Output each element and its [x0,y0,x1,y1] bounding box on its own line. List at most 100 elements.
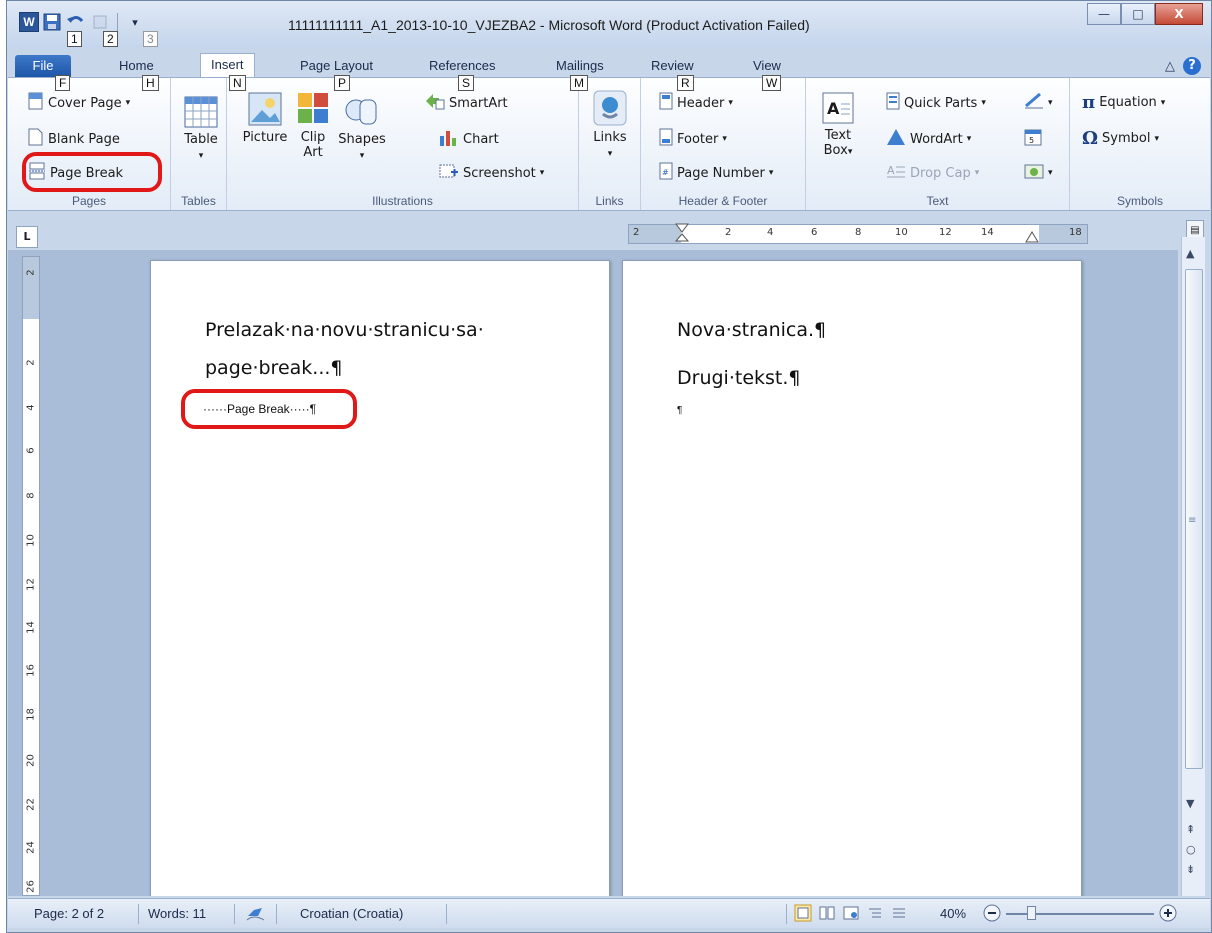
pi-icon: π [1082,92,1096,113]
header-label: Header [677,95,725,111]
quick-parts-icon [886,92,900,114]
print-layout-view-icon[interactable] [794,904,812,925]
page-break-button[interactable]: Page Break [28,162,123,184]
undo-icon[interactable] [65,11,87,33]
vertical-scrollbar[interactable]: ▲ ≡ ▼ ⇞ ○ ⇟ [1181,237,1205,896]
vruler-number: 16 [25,664,37,677]
tab-file[interactable]: File [15,55,71,77]
text-box-label-1: Text [824,128,852,143]
word-logo-icon[interactable]: W [19,12,39,32]
proofing-icon[interactable] [246,906,266,925]
minimize-ribbon-icon[interactable]: △ [1165,59,1175,74]
tab-home[interactable]: Home [109,55,164,77]
table-label: Table [184,132,218,147]
page2-line-2[interactable]: Drugi·tekst.¶ [677,367,800,389]
drop-cap-button[interactable]: A Drop Cap ▾ [886,162,979,184]
page2-empty-paragraph[interactable]: ¶ [677,405,682,416]
shapes-button[interactable]: Shapes ▾ [335,92,389,164]
drop-cap-label: Drop Cap [910,165,971,181]
signature-line-button[interactable]: ▾ [1024,92,1053,114]
next-page-icon[interactable]: ⇟ [1186,863,1195,876]
smartart-button[interactable]: SmartArt [425,92,508,114]
equation-button[interactable]: π Equation ▾ [1082,92,1165,113]
picture-label: Picture [242,130,288,145]
symbol-label: Symbol [1102,131,1151,146]
document-page-2[interactable]: Nova·stranica.¶ Drugi·tekst.¶ ¶ [622,260,1082,896]
date-time-button[interactable]: 5 [1024,128,1042,150]
chart-label: Chart [463,131,499,147]
word-count-status[interactable]: Words: 11 [148,906,206,921]
horizontal-ruler[interactable]: 2 2 4 6 8 10 12 14 18 [628,223,1088,245]
blank-page-button[interactable]: Blank Page [28,128,120,150]
minimize-button[interactable]: — [1087,3,1121,25]
group-text: A Text Box▾ Quick Parts ▾ WordArt ▾ A Drop… [806,78,1070,210]
clip-art-button[interactable]: Clip Art [295,92,331,160]
select-browse-object-icon[interactable]: ○ [1186,843,1196,856]
wordart-button[interactable]: WordArt ▾ [886,128,971,150]
document-page-1[interactable]: Prelazak·na·novu·stranicu·sa· page·break… [150,260,610,896]
language-status[interactable]: Croatian (Croatia) [300,906,403,921]
help-icon[interactable]: ? [1183,57,1201,75]
zoom-in-icon[interactable] [1158,903,1178,926]
vertical-ruler[interactable]: 2 2 4 6 8 10 12 14 16 18 20 22 24 26 [22,256,40,896]
indent-marker-icon[interactable] [675,223,689,245]
group-tables: Table ▾ Tables [171,78,227,210]
customize-qat-icon[interactable]: ▾ [124,11,146,33]
page-break-icon [28,162,46,184]
tab-page-layout[interactable]: Page Layout [290,55,383,77]
tab-mailings[interactable]: Mailings [546,55,614,77]
outline-view-icon[interactable] [866,904,884,925]
links-label: Links [593,130,627,145]
table-button[interactable]: Table ▾ [181,96,221,164]
links-button[interactable]: Links ▾ [587,90,633,162]
page-break-marker[interactable]: ······Page Break·····¶ [203,402,316,416]
keytip-review: R [677,75,694,91]
cover-page-icon [28,92,44,114]
zoom-out-icon[interactable] [982,903,1002,926]
blank-page-icon [28,128,44,150]
footer-label: Footer [677,131,719,147]
previous-page-icon[interactable]: ⇞ [1186,823,1195,836]
signature-line-icon [1024,92,1044,114]
save-icon[interactable] [41,11,63,33]
page1-line-1[interactable]: Prelazak·na·novu·stranicu·sa· [205,319,484,341]
clip-art-icon [297,92,329,130]
page-count-status[interactable]: Page: 2 of 2 [34,906,104,921]
screenshot-button[interactable]: Screenshot ▾ [439,162,544,184]
page1-line-2[interactable]: page·break...¶ [205,357,343,379]
close-button[interactable]: X [1155,3,1203,25]
screenshot-icon [439,162,459,184]
scroll-down-icon[interactable]: ▼ [1186,797,1194,810]
scroll-up-icon[interactable]: ▲ [1186,247,1194,260]
clip-art-label-2: Art [303,145,323,160]
tab-view[interactable]: View [743,55,791,77]
object-button[interactable]: ▾ [1024,162,1053,184]
right-indent-marker-icon[interactable] [1025,231,1039,243]
page2-line-1[interactable]: Nova·stranica.¶ [677,319,826,341]
keytip-insert: N [229,75,246,91]
tab-references[interactable]: References [419,55,505,77]
maximize-button[interactable]: □ [1121,3,1155,25]
chart-button[interactable]: Chart [439,128,499,150]
cover-page-button[interactable]: Cover Page ▾ [28,92,130,114]
footer-button[interactable]: Footer ▾ [659,128,727,150]
text-box-button[interactable]: A Text Box▾ [818,92,858,160]
tab-review[interactable]: Review [641,55,704,77]
draft-view-icon[interactable] [890,904,908,925]
tab-selector[interactable]: L [16,226,38,248]
vruler-number: 18 [25,708,37,721]
symbol-button[interactable]: Ω Symbol ▾ [1082,128,1159,149]
header-button[interactable]: Header ▾ [659,92,733,114]
zoom-slider-thumb[interactable] [1026,906,1036,920]
page-number-button[interactable]: # Page Number ▾ [659,162,773,184]
picture-button[interactable]: Picture [239,92,291,145]
status-separator [276,904,277,924]
tab-insert[interactable]: Insert [200,53,255,78]
zoom-level[interactable]: 40% [940,906,966,921]
quick-parts-button[interactable]: Quick Parts ▾ [886,92,986,114]
keytip-references: S [458,75,475,91]
group-header-footer-label: Header & Footer [678,194,768,208]
full-screen-reading-icon[interactable] [818,904,836,925]
web-layout-icon[interactable] [842,904,860,925]
redo-icon[interactable] [89,11,111,33]
